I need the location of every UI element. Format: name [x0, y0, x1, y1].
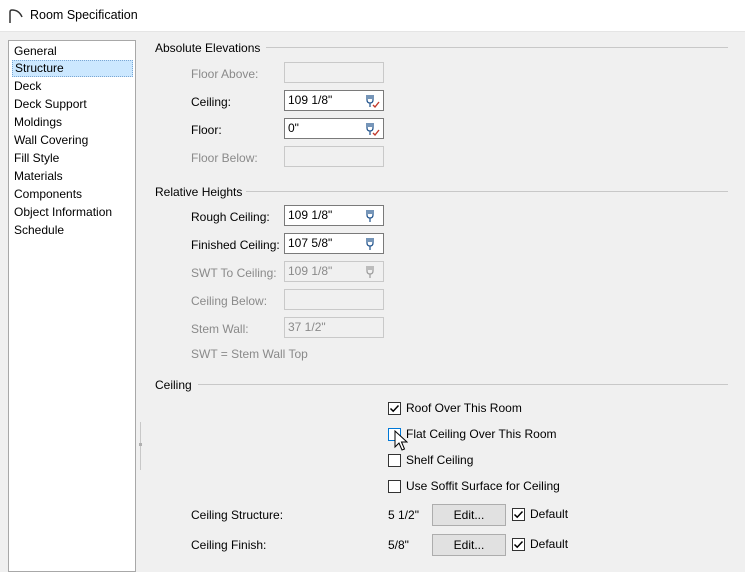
checkbox-box[interactable]: [512, 508, 525, 521]
rough-ceiling-field[interactable]: 109 1/8": [284, 205, 384, 226]
shelf-ceiling-label: Shelf Ceiling: [406, 453, 474, 467]
sidebar-item-general[interactable]: General: [12, 43, 133, 60]
swt-to-ceiling-field: 109 1/8": [284, 261, 384, 282]
group-divider: [198, 384, 728, 385]
sidebar-item-wall-covering[interactable]: Wall Covering: [12, 132, 133, 149]
sidebar-item-fill-style[interactable]: Fill Style: [12, 150, 133, 167]
ceiling-finish-edit-button[interactable]: Edit...: [432, 534, 506, 556]
floor-above-field: [284, 62, 384, 83]
finished-ceiling-value: 107 5/8": [288, 236, 333, 250]
rough-ceiling-label: Rough Ceiling:: [191, 210, 270, 224]
app-icon: [9, 9, 23, 23]
group-divider: [246, 191, 728, 192]
formula-icon: [366, 266, 374, 278]
ceiling-structure-label: Ceiling Structure:: [191, 508, 284, 522]
formula-icon[interactable]: [364, 236, 380, 252]
rough-ceiling-value: 109 1/8": [288, 208, 333, 222]
checkbox-box[interactable]: [512, 538, 525, 551]
ceiling-field[interactable]: 109 1/8": [284, 90, 384, 111]
ceiling-group-title: Ceiling: [155, 378, 192, 392]
title-bar: Room Specification: [0, 0, 745, 32]
splitter-grip: [139, 443, 142, 446]
floor-field[interactable]: 0": [284, 118, 384, 139]
ceiling-below-field: [284, 289, 384, 310]
floor-below-label: Floor Below:: [191, 151, 258, 165]
formula-icon[interactable]: [364, 208, 380, 224]
ceiling-finish-default-label: Default: [530, 537, 569, 551]
category-list[interactable]: General Structure Deck Deck Support Mold…: [8, 40, 136, 572]
floor-above-label: Floor Above:: [191, 67, 259, 81]
ceiling-structure-edit-button[interactable]: Edit...: [432, 504, 506, 526]
sidebar-item-deck-support[interactable]: Deck Support: [12, 96, 133, 113]
checkmark-icon: [389, 404, 400, 413]
formula-icon[interactable]: [364, 93, 380, 109]
ceiling-finish-value: 5/8": [388, 538, 409, 552]
swt-to-ceiling-label: SWT To Ceiling:: [191, 266, 277, 280]
relative-heights-title: Relative Heights: [155, 185, 243, 199]
floor-value: 0": [288, 121, 299, 135]
sidebar-item-schedule[interactable]: Schedule: [12, 222, 133, 239]
ceiling-finish-label: Ceiling Finish:: [191, 538, 267, 552]
finished-ceiling-label: Finished Ceiling:: [191, 238, 280, 252]
checkbox-box[interactable]: [388, 402, 401, 415]
soffit-surface-label: Use Soffit Surface for Ceiling: [406, 479, 560, 493]
panel-splitter[interactable]: [140, 422, 141, 470]
ceiling-structure-value: 5 1/2": [388, 508, 419, 522]
sidebar-item-materials[interactable]: Materials: [12, 168, 133, 185]
finished-ceiling-field[interactable]: 107 5/8": [284, 233, 384, 254]
sidebar-item-structure[interactable]: Structure: [12, 60, 133, 77]
stem-wall-label: Stem Wall:: [191, 322, 249, 336]
checkmark-icon: [513, 510, 524, 519]
sidebar-item-moldings[interactable]: Moldings: [12, 114, 133, 131]
checkbox-box[interactable]: [388, 454, 401, 467]
sidebar-item-deck[interactable]: Deck: [12, 78, 133, 95]
ceiling-label: Ceiling:: [191, 95, 232, 109]
stem-wall-field: 37 1/2": [284, 317, 384, 338]
ceiling-value: 109 1/8": [288, 93, 333, 107]
mouse-pointer-icon: [394, 430, 408, 451]
ceiling-below-label: Ceiling Below:: [191, 294, 268, 308]
floor-label: Floor:: [191, 123, 222, 137]
swt-note: SWT = Stem Wall Top: [191, 347, 308, 361]
checkmark-icon: [513, 540, 524, 549]
window-title: Room Specification: [30, 8, 138, 22]
swt-to-ceiling-value: 109 1/8": [288, 264, 333, 278]
floor-below-field: [284, 146, 384, 167]
ceiling-structure-default-label: Default: [530, 507, 569, 521]
sidebar-item-components[interactable]: Components: [12, 186, 133, 203]
flat-ceiling-label: Flat Ceiling Over This Room: [406, 427, 557, 441]
formula-icon[interactable]: [364, 121, 380, 137]
sidebar-item-object-information[interactable]: Object Information: [12, 204, 133, 221]
absolute-elevations-title: Absolute Elevations: [155, 41, 261, 55]
checkbox-box[interactable]: [388, 480, 401, 493]
group-divider: [266, 47, 728, 48]
roof-over-room-label: Roof Over This Room: [406, 401, 522, 415]
